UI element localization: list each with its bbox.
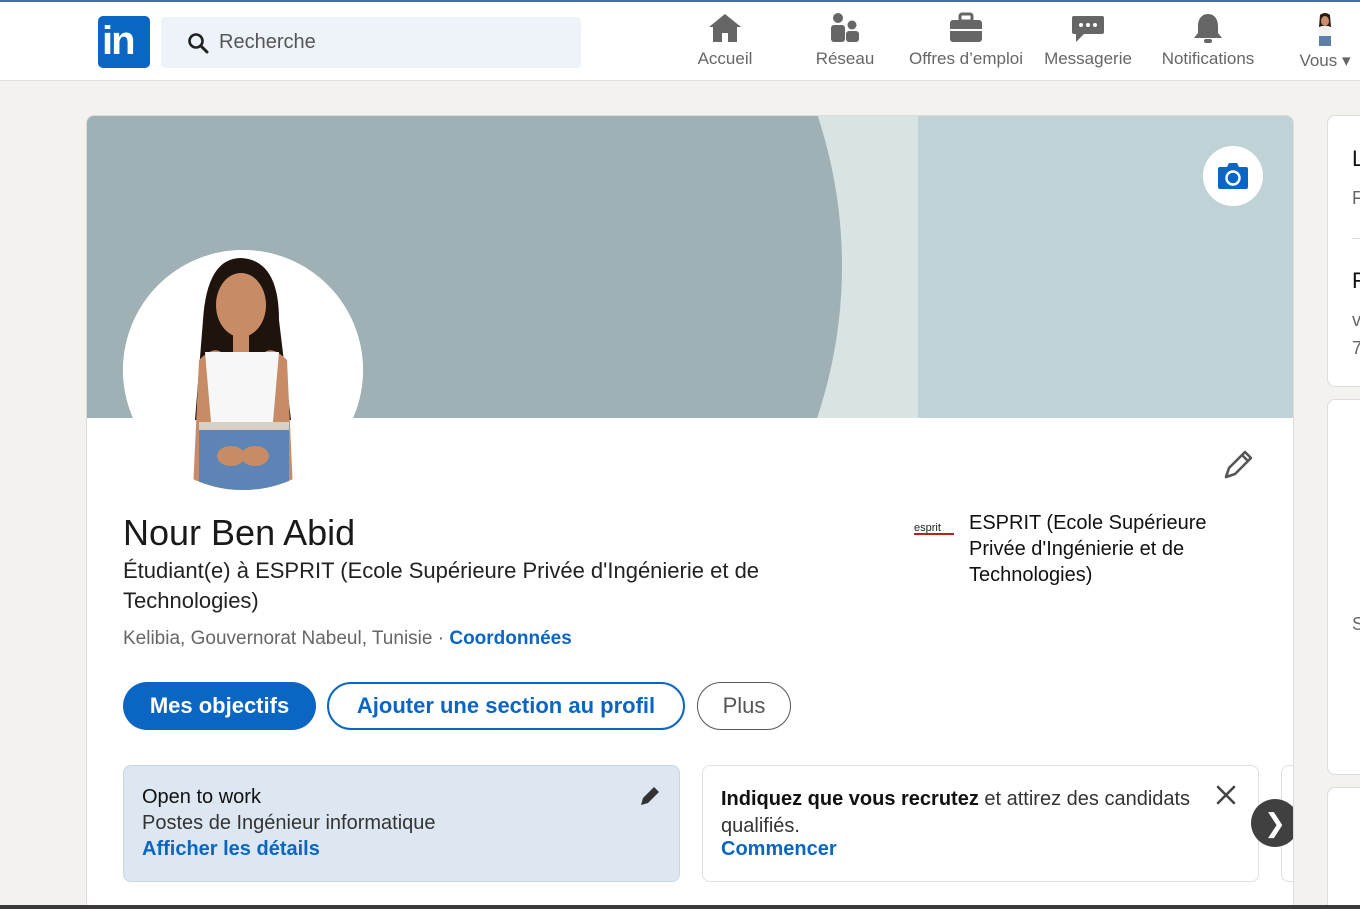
profile-photo[interactable]: [123, 250, 363, 490]
hiring-text: Indiquez que vous recrutez et attirez de…: [721, 788, 1191, 837]
messaging-icon: [1072, 16, 1104, 42]
pencil-icon: [641, 787, 659, 805]
esprit-logo: esprit: [914, 522, 954, 535]
dismiss-button[interactable]: [1215, 784, 1237, 811]
sidebar-card-subtitle: 7: [1352, 338, 1360, 358]
nav-label: Offres d’emploi: [908, 49, 1023, 68]
pencil-icon: [1224, 450, 1253, 479]
close-icon: [1216, 785, 1236, 805]
contact-info-link[interactable]: Coordonnées: [449, 628, 571, 649]
sidebar-card-title: F: [1352, 268, 1360, 293]
nav-messaging[interactable]: Messagerie: [1042, 12, 1134, 74]
open-to-work-title: Open to work: [142, 786, 261, 808]
hiring-card: Indiquez que vous recrutez et attirez de…: [702, 765, 1259, 882]
nav-label: Messagerie: [1044, 49, 1132, 68]
nav-network[interactable]: Réseau: [810, 12, 880, 74]
edit-intro-button[interactable]: [1221, 448, 1255, 487]
bell-icon: [1194, 14, 1222, 43]
nav-label: Vous ▾: [1299, 51, 1351, 70]
sidebar-card-subtitle: v: [1352, 310, 1360, 330]
open-to-button[interactable]: Mes objectifs: [123, 682, 316, 730]
nav-notifications[interactable]: Notifications: [1157, 12, 1259, 74]
chevron-down-icon: ▾: [1342, 51, 1351, 70]
education-name: ESPRIT (Ecole Supérieure Privée d'Ingéni…: [969, 512, 1207, 586]
svg-text:esprit: esprit: [914, 522, 941, 534]
network-icon: [831, 13, 859, 42]
sidebar-card-title: L: [1352, 146, 1360, 171]
more-button[interactable]: Plus: [697, 682, 791, 730]
profile-location: Kelibia, Gouvernorat Nabeul, Tunisie · C…: [123, 628, 572, 650]
nav-label: Réseau: [815, 49, 875, 68]
profile-headline: Étudiant(e) à ESPRIT (Ecole Supérieure P…: [123, 558, 760, 613]
edit-banner-button[interactable]: [1203, 146, 1263, 206]
avatar: [1308, 12, 1342, 46]
sidebar-card-subtitle: S: [1352, 614, 1360, 634]
profile-photo-image: [123, 250, 363, 490]
nav-jobs[interactable]: Offres d’emploi: [903, 12, 1029, 74]
taskbar-edge: [0, 905, 1360, 909]
divider: [1352, 238, 1360, 239]
home-icon: [709, 14, 741, 42]
location-text: Kelibia, Gouvernorat Nabeul, Tunisie ·: [123, 628, 445, 649]
linkedin-logo[interactable]: in: [98, 16, 150, 68]
sidebar-card-2[interactable]: S: [1327, 399, 1360, 775]
camera-icon: [1218, 163, 1248, 189]
top-navigation: in Accueil Réseau Offres d’emploi: [0, 0, 1360, 81]
open-to-work-card[interactable]: Open to work Postes de Ingénieur informa…: [123, 765, 680, 882]
open-to-work-roles: Postes de Ingénieur informatique: [142, 812, 436, 834]
briefcase-icon: [950, 12, 982, 42]
sidebar-card-subtitle: F: [1352, 188, 1360, 208]
nav-label: Accueil: [697, 49, 753, 68]
sidebar-card-3[interactable]: [1327, 787, 1360, 909]
carousel-next-button[interactable]: ❯: [1251, 799, 1293, 847]
add-profile-section-button[interactable]: Ajouter une section au profil: [327, 682, 685, 730]
nav-home[interactable]: Accueil: [690, 12, 760, 74]
search-input[interactable]: [219, 27, 559, 57]
show-details-link[interactable]: Afficher les détails: [142, 838, 320, 861]
search-box[interactable]: [161, 17, 581, 68]
sidebar-card-1[interactable]: L F F v 7: [1327, 115, 1360, 387]
chevron-right-icon: ❯: [1264, 807, 1286, 838]
search-icon: [188, 33, 209, 54]
profile-card: Nour Ben Abid Étudiant(e) à ESPRIT (Ecol…: [86, 115, 1294, 909]
nav-label: Notifications: [1161, 49, 1255, 68]
edit-open-to-work-button[interactable]: [638, 784, 662, 813]
get-started-link[interactable]: Commencer: [721, 838, 837, 861]
profile-name: Nour Ben Abid: [123, 512, 356, 553]
nav-me[interactable]: Vous ▾: [1294, 12, 1356, 74]
